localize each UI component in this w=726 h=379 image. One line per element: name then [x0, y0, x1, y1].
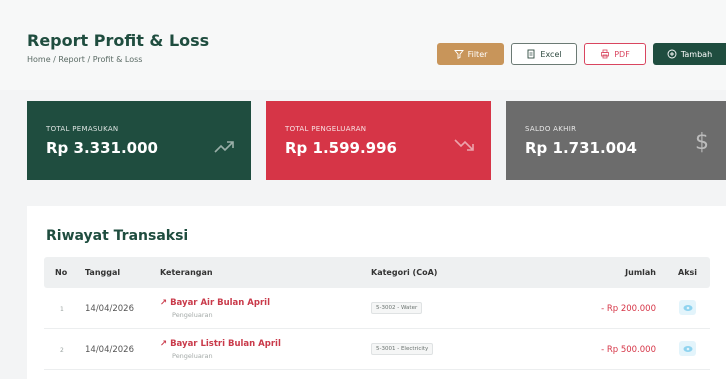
total-expense-card: TOTAL PENGELUARAN Rp 1.599.996 — [266, 101, 491, 180]
row-number: 2 — [60, 347, 64, 354]
add-button[interactable]: Tambah — [653, 43, 726, 65]
table-row: 1 14/04/2026 ↗ Bayar Air Bulan April Pen… — [44, 289, 710, 329]
view-button[interactable] — [679, 341, 696, 356]
plus-circle-icon — [667, 49, 677, 59]
pdf-button-label: PDF — [614, 49, 630, 59]
printer-icon — [601, 49, 610, 59]
row-description-link[interactable]: ↗ Bayar Air Bulan April — [160, 298, 270, 308]
category-badge: 5-3002 - Water — [371, 302, 423, 314]
filter-button-label: Filter — [467, 49, 488, 59]
excel-button[interactable]: Excel — [511, 43, 577, 65]
table-header: No Tanggal Keterangan Kategori (CoA) Jum… — [44, 257, 710, 288]
final-balance-card: SALDO AKHIR Rp 1.731.004 $ — [506, 101, 726, 180]
column-header-category: Kategori (CoA) — [371, 268, 438, 277]
row-description-link[interactable]: ↗ Bayar Listri Bulan April — [160, 339, 281, 349]
final-balance-value: Rp 1.731.004 — [525, 139, 637, 157]
row-number: 1 — [60, 306, 64, 313]
eye-icon — [683, 304, 692, 311]
trending-down-icon — [454, 139, 474, 151]
breadcrumb[interactable]: Home / Report / Profit & Loss — [27, 55, 142, 64]
transaction-history-panel: Riwayat Transaksi No Tanggal Keterangan … — [27, 206, 726, 379]
spreadsheet-icon — [527, 49, 535, 59]
eye-icon — [683, 345, 692, 352]
total-expense-label: TOTAL PENGELUARAN — [285, 125, 367, 133]
excel-button-label: Excel — [540, 49, 562, 59]
total-expense-value: Rp 1.599.996 — [285, 139, 397, 157]
view-button[interactable] — [679, 300, 696, 315]
panel-title: Riwayat Transaksi — [46, 228, 189, 244]
pdf-button[interactable]: PDF — [584, 43, 646, 65]
total-income-label: TOTAL PEMASUKAN — [46, 125, 119, 133]
category-badge: 5-3001 - Electricity — [371, 343, 434, 355]
column-header-date: Tanggal — [85, 268, 121, 277]
final-balance-label: SALDO AKHIR — [525, 125, 577, 133]
row-amount: - Rp 200.000 — [601, 304, 656, 314]
row-date: 14/04/2026 — [85, 345, 134, 355]
filter-icon — [453, 50, 464, 59]
row-type: Pengeluaran — [172, 311, 213, 319]
row-type: Pengeluaran — [172, 352, 213, 360]
total-income-card: TOTAL PEMASUKAN Rp 3.331.000 — [27, 101, 251, 180]
column-header-no: No — [55, 268, 68, 277]
trending-up-icon — [214, 141, 234, 153]
add-button-label: Tambah — [680, 49, 713, 59]
row-amount: - Rp 500.000 — [601, 345, 656, 355]
dollar-icon: $ — [695, 130, 709, 155]
row-date: 14/04/2026 — [85, 304, 134, 314]
column-header-description: Keterangan — [160, 268, 213, 277]
filter-button[interactable]: Filter — [437, 43, 504, 65]
table-row: 2 14/04/2026 ↗ Bayar Listri Bulan April … — [44, 330, 710, 370]
total-income-value: Rp 3.331.000 — [46, 139, 158, 157]
page-title: Report Profit & Loss — [27, 31, 210, 50]
column-header-action: Aksi — [678, 268, 698, 277]
column-header-amount: Jumlah — [625, 268, 656, 277]
page-header: Report Profit & Loss Home / Report / Pro… — [0, 0, 726, 90]
